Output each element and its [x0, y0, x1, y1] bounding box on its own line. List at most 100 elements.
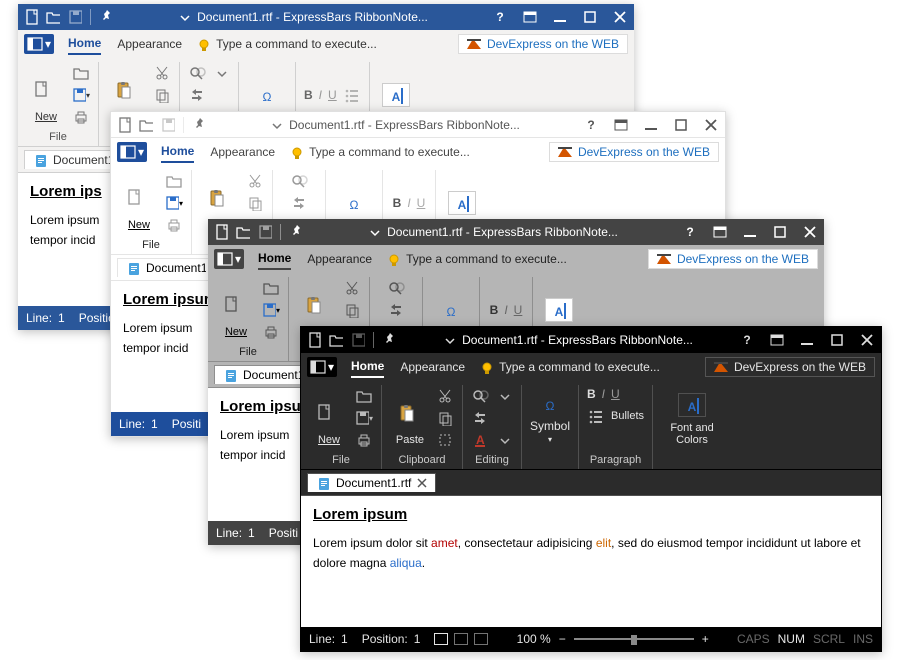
open-icon[interactable] [236, 225, 250, 239]
minimize-icon[interactable] [552, 9, 568, 25]
minimize-icon[interactable] [742, 224, 758, 240]
find-button[interactable] [290, 172, 308, 190]
minimize-icon[interactable] [799, 332, 815, 348]
cut-button[interactable] [246, 172, 264, 190]
replace-button[interactable] [290, 194, 308, 212]
find-button[interactable] [471, 387, 489, 405]
bold-button[interactable]: B [490, 303, 499, 317]
help-icon[interactable] [492, 9, 508, 25]
underline-button[interactable]: U [514, 303, 523, 317]
doc-tab[interactable]: Document1.rtf [214, 365, 312, 384]
nav-panel-toggle[interactable]: ▾ [117, 142, 147, 162]
bold-button[interactable]: B [393, 196, 402, 210]
copy-button[interactable] [246, 194, 264, 212]
zoom-out-icon[interactable]: − [559, 632, 566, 646]
replace-button[interactable] [387, 301, 405, 319]
print-button[interactable] [72, 108, 90, 126]
nav-panel-toggle[interactable]: ▾ [307, 357, 337, 377]
print-button[interactable] [355, 431, 373, 449]
ribbon-display-icon[interactable] [613, 117, 629, 133]
cut-button[interactable] [343, 279, 361, 297]
maximize-icon[interactable] [673, 117, 689, 133]
pin-icon[interactable] [192, 118, 206, 132]
chevron-down-icon[interactable] [442, 333, 456, 347]
find-dropdown-icon[interactable] [495, 387, 513, 405]
save-button[interactable]: ▾ [262, 301, 280, 319]
maximize-icon[interactable] [772, 224, 788, 240]
replace-button[interactable] [188, 86, 206, 104]
nav-panel-toggle[interactable]: ▾ [24, 34, 54, 54]
new-button[interactable]: New [309, 390, 349, 446]
new-button[interactable]: New [216, 282, 256, 338]
align-right-icon[interactable] [474, 633, 488, 645]
open-icon[interactable] [46, 10, 60, 24]
zoom-control[interactable]: 100 % − + [502, 632, 723, 646]
nav-panel-toggle[interactable]: ▾ [214, 249, 244, 269]
italic-button[interactable]: I [602, 387, 605, 401]
bold-button[interactable]: B [587, 387, 596, 401]
chev1-icon[interactable] [212, 64, 230, 82]
new-doc-icon[interactable] [117, 118, 131, 132]
pin-icon[interactable] [382, 333, 396, 347]
text-color-box[interactable] [382, 83, 410, 107]
text-color-box[interactable] [448, 191, 476, 215]
tell-me-box[interactable]: Type a command to execute... [196, 37, 444, 51]
underline-button[interactable]: U [611, 387, 620, 401]
cut-button[interactable] [153, 64, 171, 82]
doc-tab[interactable]: Document1.rtf [24, 150, 122, 169]
ribbon-display-icon[interactable] [522, 9, 538, 25]
pin-icon[interactable] [99, 10, 113, 24]
new-doc-icon[interactable] [214, 225, 228, 239]
italic-button[interactable]: I [407, 196, 410, 210]
new-doc-icon[interactable] [307, 333, 321, 347]
tab-home[interactable]: Home [161, 141, 194, 163]
editor[interactable]: Lorem ipsum Lorem ipsum dolor sit amet, … [301, 496, 881, 627]
print-button[interactable] [262, 323, 280, 341]
chevron-down-icon[interactable] [269, 118, 283, 132]
save-button[interactable]: ▾ [355, 409, 373, 427]
copy-button[interactable] [436, 409, 454, 427]
close-icon[interactable] [802, 224, 818, 240]
open-button[interactable] [165, 172, 183, 190]
copy-button[interactable] [343, 301, 361, 319]
help-icon[interactable] [682, 224, 698, 240]
tab-appearance[interactable]: Appearance [307, 249, 372, 269]
tab-home[interactable]: Home [351, 356, 384, 378]
cut-button[interactable] [436, 387, 454, 405]
symbol-button[interactable]: Symbol ▾ [530, 390, 570, 446]
align-buttons[interactable] [434, 633, 488, 645]
print-button[interactable] [165, 216, 183, 234]
close-icon[interactable] [703, 117, 719, 133]
save-icon[interactable] [351, 333, 365, 347]
web-link-box[interactable]: DevExpress on the WEB [705, 357, 875, 377]
italic-button[interactable]: I [319, 88, 322, 102]
zoom-in-icon[interactable]: + [702, 632, 709, 646]
help-icon[interactable] [583, 117, 599, 133]
replace-button[interactable] [471, 409, 489, 427]
chevron-down-icon[interactable] [367, 225, 381, 239]
bold-button[interactable]: B [304, 88, 313, 102]
minimize-icon[interactable] [643, 117, 659, 133]
help-icon[interactable] [739, 332, 755, 348]
doc-tab[interactable]: Document1.rtf [117, 258, 215, 277]
bullets-button[interactable] [587, 407, 605, 425]
web-link-box[interactable]: DevExpress on the WEB [458, 34, 628, 54]
new-button[interactable]: New [26, 67, 66, 123]
open-icon[interactable] [139, 118, 153, 132]
tell-me-box[interactable]: Type a command to execute... [289, 145, 535, 159]
italic-button[interactable]: I [504, 303, 507, 317]
zoom-slider[interactable] [574, 638, 694, 640]
web-link-box[interactable]: DevExpress on the WEB [648, 249, 818, 269]
save-button[interactable]: ▾ [165, 194, 183, 212]
tab-home[interactable]: Home [258, 248, 291, 270]
doc-tab[interactable]: Document1.rtf [307, 473, 436, 492]
open-button[interactable] [262, 279, 280, 297]
save-icon[interactable] [258, 225, 272, 239]
bullets-button[interactable] [343, 86, 361, 104]
maximize-icon[interactable] [829, 332, 845, 348]
underline-button[interactable]: U [328, 88, 337, 102]
save-button[interactable]: ▾ [72, 86, 90, 104]
tab-appearance[interactable]: Appearance [210, 142, 275, 162]
close-tab-icon[interactable] [417, 478, 427, 488]
pin-icon[interactable] [289, 225, 303, 239]
